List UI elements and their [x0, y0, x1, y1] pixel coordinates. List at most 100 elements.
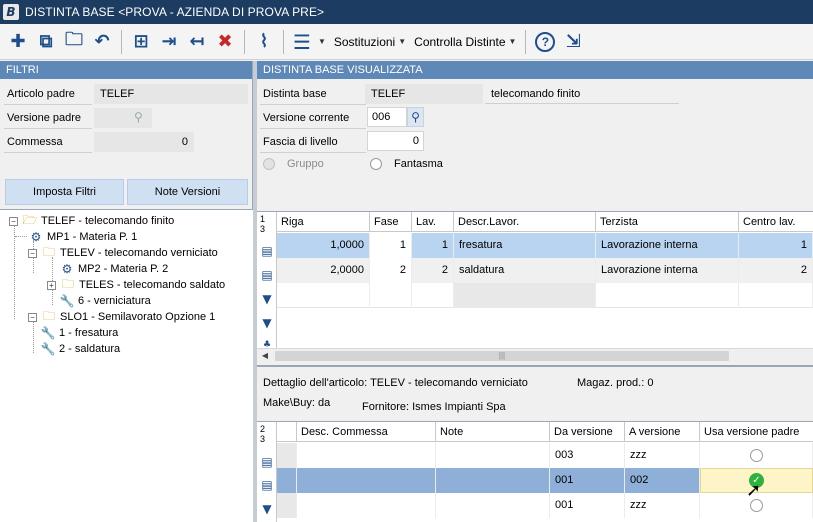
- list-icon[interactable]: ▤: [260, 478, 274, 492]
- table-row[interactable]: 2,0000 2 2 saldatura Lavorazione interna…: [277, 258, 813, 283]
- tree-item[interactable]: 🔧 1 - fresatura: [28, 325, 119, 341]
- cell-a-versione[interactable]: 002: [625, 468, 700, 493]
- controlla-distinte-menu[interactable]: Controlla Distinte ▼: [410, 28, 520, 56]
- fascia-input[interactable]: 0: [367, 131, 424, 151]
- filter-icon[interactable]: ▼: [260, 502, 274, 516]
- column-header-terzista[interactable]: Terzista: [596, 212, 739, 232]
- table-row[interactable]: 001 zzz: [277, 493, 813, 518]
- column-header-descr[interactable]: Descr.Lavor.: [454, 212, 596, 232]
- column-header-centro[interactable]: Centro lav.: [739, 212, 813, 232]
- cell-a-versione[interactable]: zzz: [625, 443, 700, 468]
- cell-lav[interactable]: [412, 283, 454, 308]
- cell-centro[interactable]: [739, 283, 813, 308]
- cell-note[interactable]: [436, 443, 550, 468]
- help-button[interactable]: ?: [531, 28, 559, 56]
- cell-note[interactable]: [436, 468, 550, 493]
- cell-desc-commessa[interactable]: [297, 468, 436, 493]
- cell-note[interactable]: [436, 493, 550, 518]
- row-selector[interactable]: [277, 443, 297, 468]
- tree-item[interactable]: + 🗀 TELES - telecomando saldato: [47, 277, 225, 293]
- scrollbar-thumb[interactable]: |||: [275, 351, 729, 361]
- list-icon[interactable]: ▤: [260, 268, 274, 282]
- column-header-note[interactable]: Note: [436, 422, 550, 442]
- tree-item[interactable]: 🔧 6 - verniciatura: [47, 293, 151, 309]
- open-folder-icon[interactable]: 🗀: [60, 28, 88, 56]
- cell-riga[interactable]: [277, 283, 370, 308]
- search-icon[interactable]: ⚲: [407, 107, 424, 127]
- cell-centro[interactable]: 1: [739, 233, 813, 258]
- note-versioni-button[interactable]: Note Versioni: [127, 179, 248, 205]
- fantasma-radio[interactable]: [370, 158, 382, 170]
- outdent-icon[interactable]: ↤: [183, 28, 211, 56]
- row-selector[interactable]: [277, 468, 297, 493]
- gruppo-radio-row[interactable]: Gruppo: [263, 158, 324, 170]
- cell-descr[interactable]: [454, 283, 596, 308]
- table-row[interactable]: 001 002 ✓: [277, 468, 813, 493]
- tree-item[interactable]: − 🗁 TELEF - telecomando finito: [9, 213, 174, 229]
- cell-a-versione[interactable]: zzz: [625, 493, 700, 518]
- cell-fase[interactable]: 2: [370, 258, 412, 283]
- fantasma-radio-row[interactable]: Fantasma: [370, 158, 443, 170]
- filter-icon[interactable]: ▼: [260, 292, 274, 306]
- collapse-icon[interactable]: −: [9, 216, 18, 226]
- sostituzioni-menu[interactable]: Sostituzioni ▼: [330, 28, 410, 56]
- indent-icon[interactable]: ⇥: [155, 28, 183, 56]
- add-icon[interactable]: ✚: [4, 28, 32, 56]
- scroll-left-icon[interactable]: ◀: [259, 349, 271, 363]
- cell-terzista[interactable]: [596, 283, 739, 308]
- commessa-field[interactable]: 0: [94, 132, 194, 152]
- column-header-fase[interactable]: Fase: [370, 212, 412, 232]
- cell-da-versione[interactable]: 001: [550, 468, 625, 493]
- tree-item[interactable]: − 🗀 TELEV - telecomando verniciato: [28, 245, 218, 261]
- articolo-padre-field[interactable]: TELEF: [94, 84, 248, 104]
- list-icon[interactable]: ▤: [260, 244, 274, 258]
- cell-terzista[interactable]: Lavorazione interna: [596, 258, 739, 283]
- cell-fase[interactable]: 1: [370, 233, 412, 258]
- column-header-a-versione[interactable]: A versione: [625, 422, 700, 442]
- cell-da-versione[interactable]: 001: [550, 493, 625, 518]
- table-row[interactable]: 1,0000 1 1 fresatura Lavorazione interna…: [277, 233, 813, 258]
- versione-corrente-input[interactable]: 006: [367, 107, 407, 127]
- table-row[interactable]: [277, 283, 813, 308]
- tree-item[interactable]: 🔧 2 - saldatura: [28, 341, 121, 357]
- cell-descr[interactable]: saldatura: [454, 258, 596, 283]
- column-header-lav[interactable]: Lav.: [412, 212, 454, 232]
- cell-lav[interactable]: 1: [412, 233, 454, 258]
- delete-icon[interactable]: ✖: [211, 28, 239, 56]
- horizontal-scrollbar[interactable]: ◀ |||: [257, 348, 813, 362]
- search-icon[interactable]: ⚲: [134, 110, 143, 124]
- cell-usa-versione-padre[interactable]: [700, 443, 813, 468]
- cell-desc-commessa[interactable]: [297, 443, 436, 468]
- undo-icon[interactable]: ↶: [88, 28, 116, 56]
- hamburger-menu-button[interactable]: ☰ ▼: [289, 28, 330, 56]
- insert-row-icon[interactable]: ⊞: [127, 28, 155, 56]
- cell-terzista[interactable]: Lavorazione interna: [596, 233, 739, 258]
- attachment-icon[interactable]: ⌇: [250, 28, 278, 56]
- cell-da-versione[interactable]: 003: [550, 443, 625, 468]
- imposta-filtri-button[interactable]: Imposta Filtri: [5, 179, 124, 205]
- cell-riga[interactable]: 1,0000: [277, 233, 370, 258]
- cell-desc-commessa[interactable]: [297, 493, 436, 518]
- column-header-usa-versione-padre[interactable]: Usa versione padre: [700, 422, 813, 442]
- expand-icon[interactable]: +: [47, 280, 56, 290]
- cell-fase[interactable]: [370, 283, 412, 308]
- column-header-riga[interactable]: Riga: [277, 212, 370, 232]
- unchecked-radio-icon[interactable]: [749, 449, 763, 462]
- cell-lav[interactable]: 2: [412, 258, 454, 283]
- collapse-icon[interactable]: −: [28, 248, 37, 258]
- exit-icon[interactable]: ⇲: [559, 28, 587, 56]
- collapse-icon[interactable]: −: [28, 312, 37, 322]
- cell-descr[interactable]: fresatura: [454, 233, 596, 258]
- tree-item[interactable]: − 🗀 SLO1 - Semilavorato Opzione 1: [28, 309, 215, 325]
- filter-icon[interactable]: ▼: [260, 316, 274, 330]
- row-selector[interactable]: [277, 493, 297, 518]
- table-row[interactable]: 003 zzz: [277, 443, 813, 468]
- cell-centro[interactable]: 2: [739, 258, 813, 283]
- list-icon[interactable]: ▤: [260, 455, 274, 469]
- column-header-desc-commessa[interactable]: Desc. Commessa: [297, 422, 436, 442]
- gruppo-radio[interactable]: [263, 158, 275, 170]
- column-header-da-versione[interactable]: Da versione: [550, 422, 625, 442]
- cell-riga[interactable]: 2,0000: [277, 258, 370, 283]
- copy-icon[interactable]: ⧉: [32, 28, 60, 56]
- versione-padre-field[interactable]: [94, 108, 152, 128]
